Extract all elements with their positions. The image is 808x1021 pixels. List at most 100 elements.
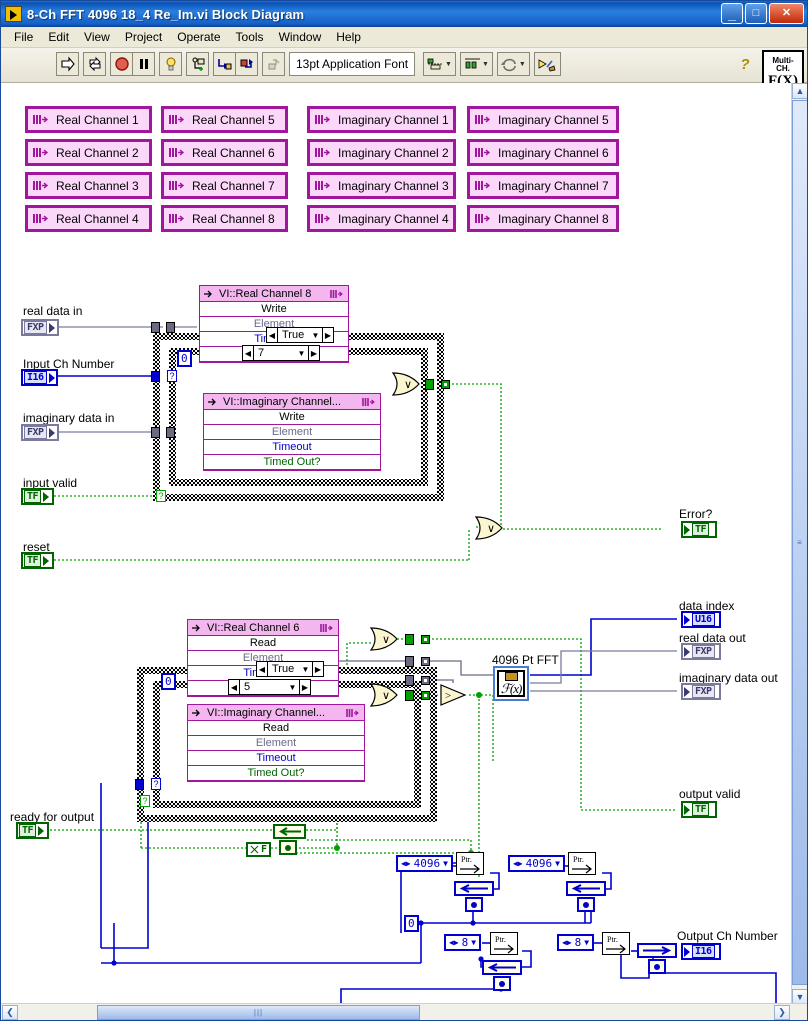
close-button[interactable]: ✕: [769, 3, 804, 24]
align-objects-button[interactable]: ▼: [423, 52, 456, 76]
menu-item-help[interactable]: Help: [329, 28, 368, 46]
chevron-down-icon[interactable]: ▼: [309, 331, 322, 340]
input-terminal-imaginary-data-in[interactable]: FXP: [21, 424, 59, 441]
boolean-or-gate-read-1[interactable]: ∨: [369, 626, 399, 652]
shift-register-init-4[interactable]: [648, 959, 666, 974]
input-terminal-reset[interactable]: TF: [21, 552, 54, 569]
menu-item-tools[interactable]: Tools: [229, 28, 271, 46]
chevron-right-icon[interactable]: ▶: [308, 346, 319, 360]
scroll-left-button[interactable]: ❮: [2, 1005, 18, 1020]
pointer-node-2[interactable]: Ptr.: [568, 852, 596, 875]
chevron-down-icon[interactable]: ▼: [295, 349, 308, 358]
chevron-down-icon[interactable]: ▼: [443, 859, 448, 868]
shift-register-2[interactable]: [566, 881, 606, 896]
write-case-selector-outer[interactable]: ◀ True ▼ ▶: [266, 327, 334, 343]
feedback-node-initializer-green[interactable]: [279, 840, 297, 855]
chevron-down-icon[interactable]: ▼: [471, 938, 476, 947]
timeout-constant-write[interactable]: 0: [177, 350, 192, 367]
read-case-selector-inner[interactable]: ◀ 5 ▼ ▶: [228, 679, 311, 695]
queue-write-node-imaginary[interactable]: VI::Imaginary Channel... Write Element T…: [203, 393, 381, 471]
tunnel-error-out[interactable]: [425, 379, 434, 390]
chevron-down-icon[interactable]: ▼: [584, 938, 589, 947]
tunnel-real-element-out[interactable]: [405, 656, 414, 667]
tunnel-read-timeout-or-1[interactable]: [405, 634, 414, 645]
output-terminal-data-index[interactable]: U16: [681, 611, 721, 628]
output-terminal-output-ch-number[interactable]: I16: [681, 943, 721, 960]
chevron-down-icon[interactable]: ▼: [286, 683, 299, 692]
run-button[interactable]: [56, 52, 79, 76]
menu-item-project[interactable]: Project: [118, 28, 169, 46]
cleanup-diagram-button[interactable]: [533, 52, 561, 76]
output-terminal-output-valid[interactable]: TF: [681, 801, 717, 818]
tunnel-real-data-in[interactable]: [151, 322, 160, 333]
distribute-objects-button[interactable]: ▼: [459, 52, 493, 76]
font-selector[interactable]: 13pt Application Font: [289, 52, 416, 76]
counter-limit-constant-4[interactable]: ◀▶ 8 ▼: [557, 934, 595, 951]
scroll-right-button[interactable]: ❯: [774, 1005, 790, 1020]
channel-block-imaginary-7[interactable]: Imaginary Channel 7: [467, 172, 619, 199]
chevron-left-icon[interactable]: ◀: [243, 346, 254, 360]
tunnel-read-timeout-or-1-outer[interactable]: [421, 635, 430, 644]
channel-block-imaginary-8[interactable]: Imaginary Channel 8: [467, 205, 619, 232]
highlight-execution-button[interactable]: [159, 52, 182, 76]
shift-register-3[interactable]: [482, 960, 522, 975]
shift-register-init-1[interactable]: [465, 897, 483, 912]
menu-item-window[interactable]: Window: [272, 28, 329, 46]
read-case-selector-outer[interactable]: ◀ True ▼ ▶: [256, 661, 324, 677]
minimize-button[interactable]: _: [721, 3, 743, 24]
maximize-button[interactable]: □: [745, 3, 767, 24]
tunnel-imaginary-data-in-inner[interactable]: [166, 427, 175, 438]
chevron-right-icon[interactable]: ▶: [299, 680, 310, 694]
channel-block-imaginary-6[interactable]: Imaginary Channel 6: [467, 139, 619, 166]
pause-button[interactable]: [132, 52, 155, 76]
vertical-scrollbar[interactable]: ▲ ≡ ▼: [791, 83, 807, 1005]
channel-block-real-1[interactable]: Real Channel 1: [25, 106, 152, 133]
boolean-or-gate-error[interactable]: ∨: [474, 515, 504, 541]
channel-block-imaginary-1[interactable]: Imaginary Channel 1: [307, 106, 456, 133]
timeout-constant-read[interactable]: 0: [161, 673, 176, 690]
chevron-left-icon[interactable]: ◀: [229, 680, 240, 694]
tunnel-read-timeout-or-2[interactable]: [405, 690, 414, 701]
tunnel-read-valid[interactable]: ?: [140, 795, 150, 807]
zero-constant[interactable]: 0: [404, 915, 419, 932]
pointer-node-1[interactable]: Ptr.: [456, 852, 484, 875]
counter-limit-constant-3[interactable]: ◀▶ 8 ▼: [444, 934, 482, 951]
reorder-button[interactable]: ▼: [496, 52, 530, 76]
tunnel-input-valid[interactable]: ?: [156, 490, 166, 502]
counter-limit-constant-1[interactable]: ◀▶ 4096 ▼: [396, 855, 453, 872]
boolean-or-gate-read-2[interactable]: ∨: [369, 682, 399, 708]
shift-register-4[interactable]: [637, 943, 677, 958]
boolean-or-gate-write[interactable]: ∨: [391, 371, 421, 397]
tunnel-real-data-in-inner[interactable]: [166, 322, 175, 333]
tunnel-real-element-out-outer[interactable]: [421, 657, 430, 666]
channel-block-imaginary-2[interactable]: Imaginary Channel 2: [307, 139, 456, 166]
chevron-down-icon[interactable]: ▼: [555, 859, 560, 868]
tunnel-imaginary-element-out[interactable]: [405, 675, 414, 686]
tunnel-error-out-outer[interactable]: [441, 380, 450, 389]
counter-limit-constant-2[interactable]: ◀▶ 4096 ▼: [508, 855, 565, 872]
output-terminal-real-data-out[interactable]: FXP: [681, 643, 721, 660]
tunnel-read-ch-number-inner[interactable]: ?: [151, 778, 161, 790]
tunnel-ch-number-inner[interactable]: ?: [167, 370, 177, 382]
chevron-left-icon[interactable]: ◀: [267, 328, 278, 342]
horizontal-scrollbar[interactable]: ❮ ||| ❯: [1, 1003, 807, 1020]
write-case-selector-inner[interactable]: ◀ 7 ▼ ▶: [242, 345, 320, 361]
chevron-right-icon[interactable]: ▶: [312, 662, 323, 676]
channel-block-real-7[interactable]: Real Channel 7: [161, 172, 288, 199]
tunnel-read-ch-number[interactable]: [135, 779, 144, 790]
tunnel-read-timeout-or-2-outer[interactable]: [421, 691, 430, 700]
input-terminal-ready-for-output[interactable]: TF: [16, 822, 49, 839]
output-terminal-imaginary-data-out[interactable]: FXP: [681, 683, 721, 700]
channel-block-real-8[interactable]: Real Channel 8: [161, 205, 288, 232]
channel-block-real-4[interactable]: Real Channel 4: [25, 205, 152, 232]
scroll-up-button[interactable]: ▲: [792, 83, 807, 99]
queue-read-node-imaginary[interactable]: VI::Imaginary Channel... Read Element Ti…: [187, 704, 365, 782]
channel-block-real-3[interactable]: Real Channel 3: [25, 172, 152, 199]
abort-execution-button[interactable]: [110, 52, 133, 76]
shift-register-1[interactable]: [454, 881, 494, 896]
step-out-button[interactable]: [262, 52, 285, 76]
chevron-right-icon[interactable]: ▶: [322, 328, 333, 342]
context-help-button[interactable]: ?: [735, 54, 755, 74]
menu-item-operate[interactable]: Operate: [170, 28, 227, 46]
pointer-node-3[interactable]: Ptr.: [490, 932, 518, 955]
